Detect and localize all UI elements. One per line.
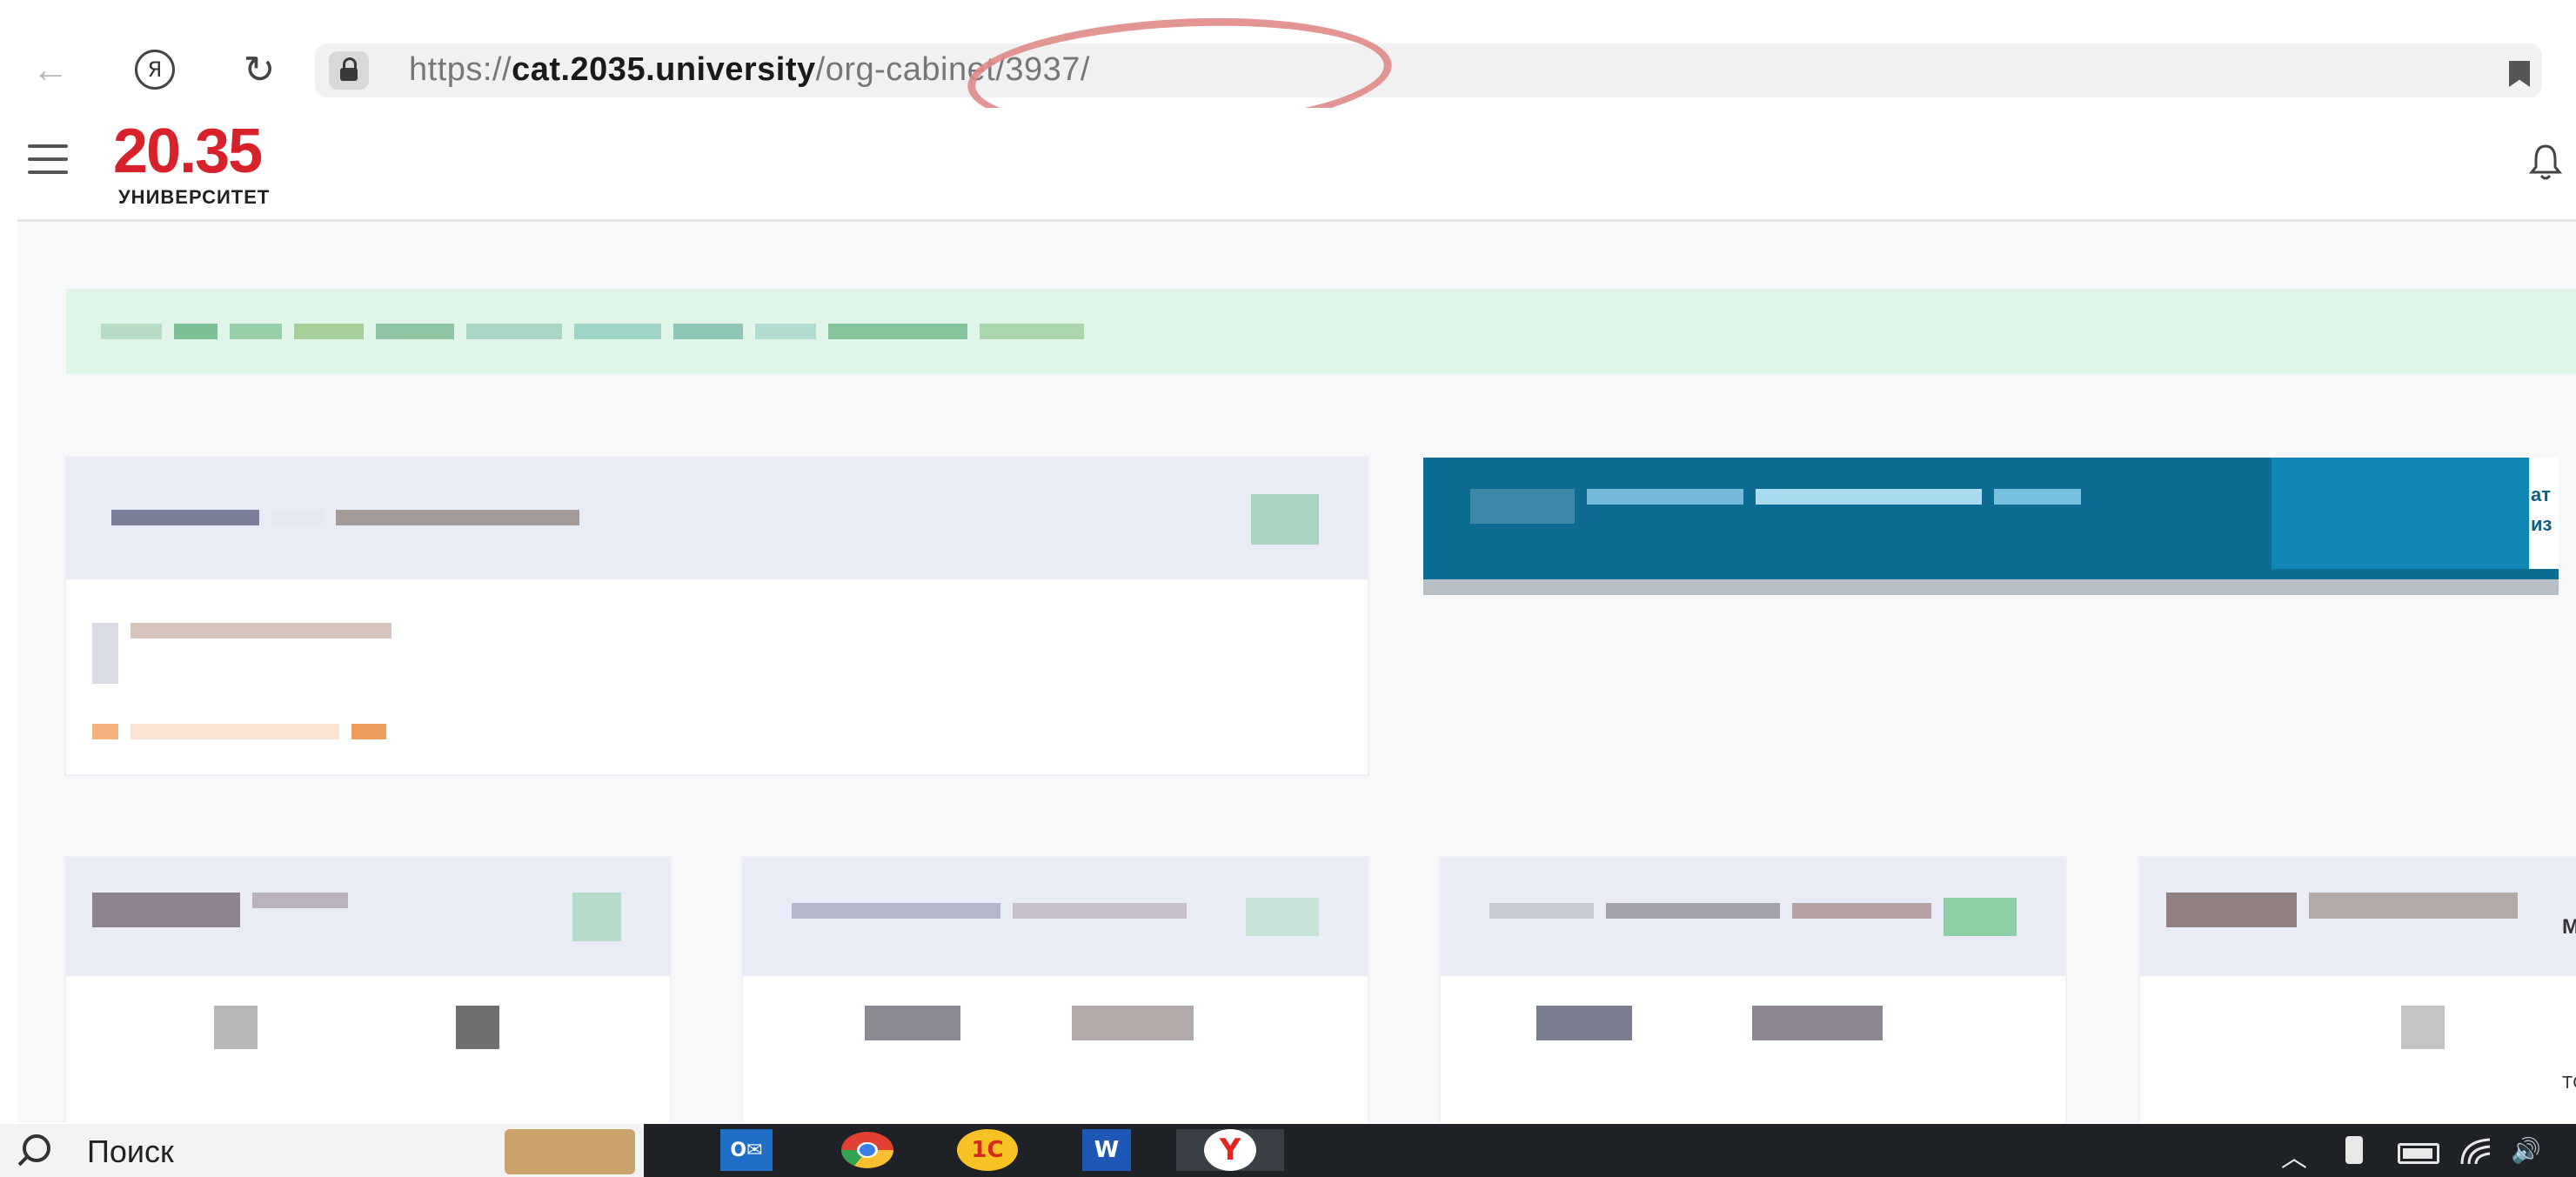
yandex-browser-logo: Y xyxy=(1204,1129,1256,1171)
stat-card-2[interactable] xyxy=(743,858,1368,1122)
site-info-button[interactable] xyxy=(329,51,369,90)
promo-card-edge-text: ат из xyxy=(2529,458,2559,569)
stat-card-4[interactable] xyxy=(2140,858,2576,1122)
bell-icon[interactable] xyxy=(2529,143,2562,181)
yandex-browser-icon[interactable]: Y xyxy=(1176,1129,1284,1171)
promo-edge-line1: ат xyxy=(2531,484,2552,505)
tray-chevron-icon[interactable]: ︿ xyxy=(2281,1136,2307,1174)
card-corner-icon[interactable] xyxy=(1251,494,1319,545)
promo-card-accent xyxy=(2272,458,2559,569)
tray-volume-icon[interactable]: 🔊 xyxy=(2511,1136,2541,1165)
logo-number[interactable]: 20.35 xyxy=(113,120,263,183)
promo-card-progress-strip xyxy=(1423,579,2559,595)
url-host: cat.2035.university xyxy=(512,51,816,88)
tray-battery-icon[interactable] xyxy=(2398,1143,2439,1164)
card-corner-icon[interactable] xyxy=(1246,898,1319,936)
card-header xyxy=(1441,858,2065,976)
site-header: 20.35 УНИВЕРСИТЕТ xyxy=(17,108,2576,222)
promo-edge-line2: из xyxy=(2531,513,2553,535)
search-label: Поиск xyxy=(87,1134,174,1169)
outlook-icon[interactable]: O✉ xyxy=(720,1129,773,1171)
card-header xyxy=(2140,858,2576,976)
yandex-icon[interactable]: Я xyxy=(129,43,181,96)
stat-card-3[interactable] xyxy=(1441,858,2065,1122)
logo-caption: УНИВЕРСИТЕТ xyxy=(118,186,271,208)
address-bar[interactable]: https://cat.2035.university/org-cabinet/… xyxy=(315,43,2542,97)
card-header xyxy=(66,458,1368,579)
yandex-logo-ring: Я xyxy=(135,50,175,90)
search-icon xyxy=(23,1134,50,1162)
card-header xyxy=(743,858,1368,976)
taskbar-search[interactable]: Поиск xyxy=(0,1124,644,1177)
reload-icon[interactable]: ↻ xyxy=(233,43,285,96)
card-header xyxy=(66,858,670,976)
1c-icon[interactable]: 1С xyxy=(957,1129,1018,1171)
chrome-icon[interactable] xyxy=(837,1129,898,1171)
promo-card[interactable]: ат из xyxy=(1423,458,2559,595)
banner-pixelated-text xyxy=(101,324,1084,339)
card-corner-icon[interactable] xyxy=(572,893,621,941)
page-body: ат из М Т xyxy=(17,223,2576,1122)
chrome-logo xyxy=(841,1132,893,1168)
url-scheme: https:// xyxy=(409,51,512,88)
card4-edge-text: МІ xyxy=(2562,915,2576,939)
tray-wifi-icon[interactable] xyxy=(2459,1136,2493,1166)
info-card-main[interactable] xyxy=(66,458,1368,774)
search-highlight-image[interactable] xyxy=(505,1129,635,1174)
bookmark-icon[interactable] xyxy=(2509,61,2530,87)
card4-bottom-edge-text: ТС xyxy=(2562,1073,2576,1093)
card-corner-icon[interactable] xyxy=(1944,898,2017,936)
back-arrow-icon[interactable]: ← xyxy=(24,43,77,96)
stat-card-1[interactable] xyxy=(66,858,670,1122)
lock-icon xyxy=(340,57,358,81)
tray-phone-icon[interactable] xyxy=(2345,1136,2363,1164)
hamburger-menu-icon[interactable] xyxy=(28,144,68,174)
notice-banner xyxy=(66,289,2576,374)
word-icon[interactable]: W xyxy=(1082,1129,1131,1171)
